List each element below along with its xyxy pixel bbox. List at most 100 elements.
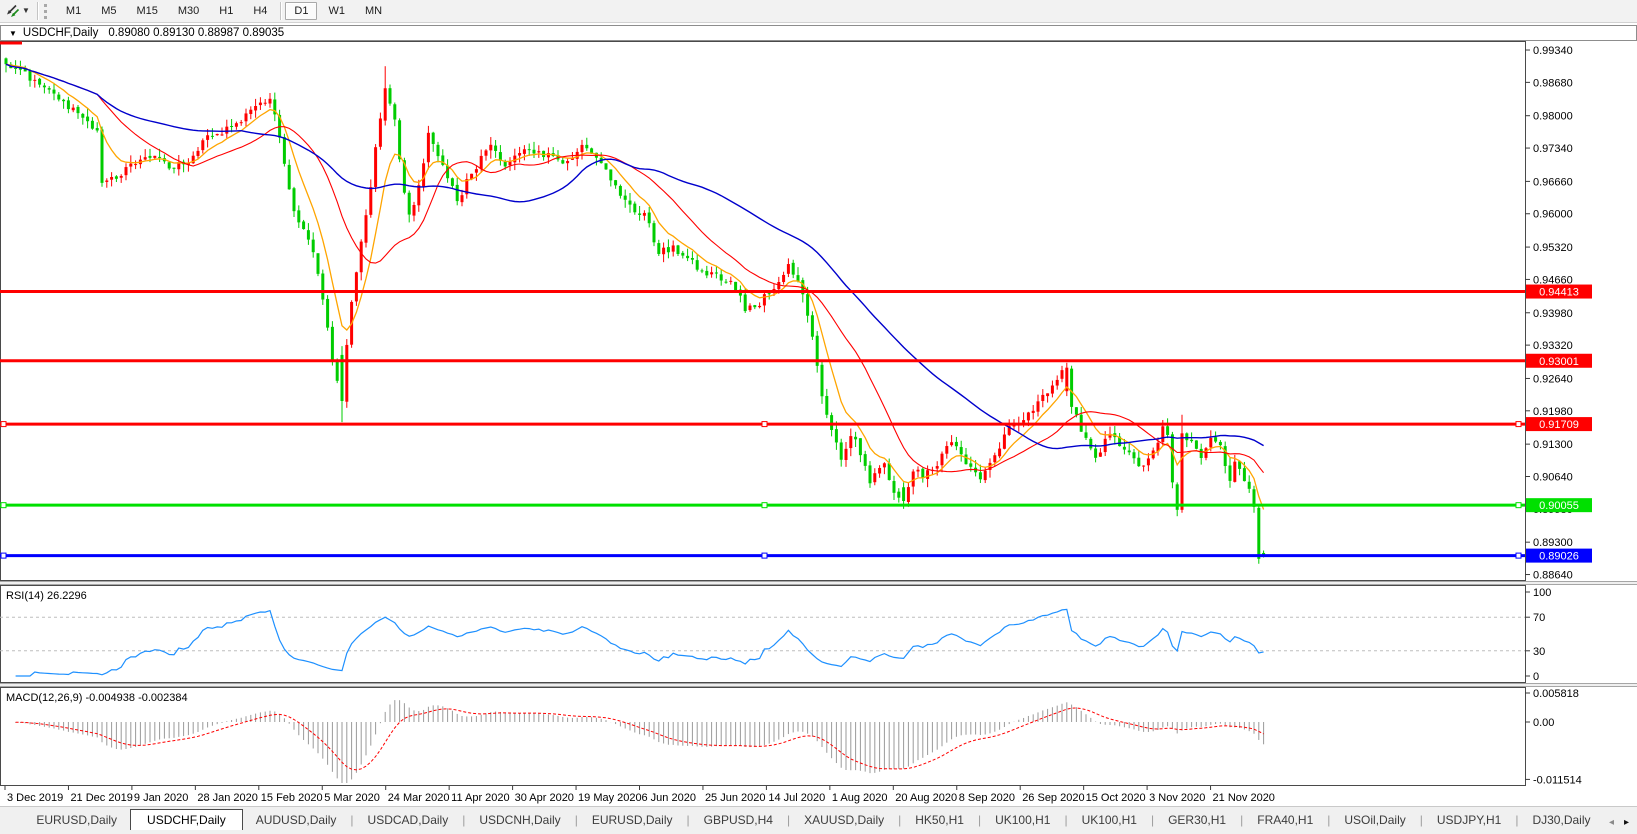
chart-tab-ger30-h1[interactable]: GER30,H1 [1155, 810, 1239, 831]
candle-body [72, 108, 75, 111]
rsi-indicator-plot[interactable]: 10070300RSI(14) 26.2296 [0, 585, 1637, 683]
tab-scroll-left-icon[interactable]: ◂ [1609, 817, 1614, 828]
date-tick-label: 15 Oct 2020 [1086, 792, 1146, 804]
chart-menu-icon[interactable]: ▼ [9, 29, 17, 38]
timeframe-button-m15[interactable]: M15 [127, 2, 166, 20]
candle-body [917, 470, 920, 472]
timeframe-button-m1[interactable]: M1 [57, 2, 90, 20]
candle-body [614, 180, 617, 185]
candle-body [672, 245, 675, 251]
timeframe-button-h1[interactable]: H1 [210, 2, 242, 20]
candle-body [1085, 432, 1088, 438]
chart-tab-audusd-daily[interactable]: AUDUSD,Daily [243, 810, 350, 831]
timeframe-button-d1[interactable]: D1 [285, 2, 317, 20]
hline-handle[interactable] [1516, 553, 1521, 558]
candle-body [941, 454, 944, 466]
tab-scroll-right-icon[interactable]: ▸ [1624, 817, 1629, 828]
timeframe-button-m5[interactable]: M5 [92, 2, 125, 20]
chart-tab-hk50-h1[interactable]: HK50,H1 [902, 810, 977, 831]
cursor-tool-button[interactable]: ▼ [0, 1, 34, 21]
chart-tab-fra40-h1[interactable]: FRA40,H1 [1244, 810, 1326, 831]
candle-body [374, 147, 377, 187]
candle-body [1166, 426, 1169, 435]
price-tick-label: 0.98680 [1533, 77, 1573, 89]
candle-body [936, 466, 939, 469]
rsi-tick-label: 0 [1533, 671, 1539, 683]
candle-body [864, 454, 867, 466]
chart-tab-usoil-daily[interactable]: USOil,Daily [1331, 810, 1418, 831]
price-chart-plot[interactable]: 0.993400.986800.980000.973400.966600.960… [0, 41, 1637, 581]
candle-body [854, 437, 857, 440]
hline-handle[interactable] [762, 553, 767, 558]
candle-body [206, 135, 209, 140]
candle-body [710, 272, 713, 274]
candle-body [753, 305, 756, 307]
candle-body [216, 134, 219, 135]
candle-body [561, 160, 564, 163]
hline-handle[interactable] [1, 422, 6, 427]
candle-body [609, 169, 612, 180]
toolbar-grip-handle[interactable] [44, 4, 50, 19]
candle-body [33, 80, 36, 81]
candle-body [1233, 462, 1236, 482]
chart-tab-uk100-h1[interactable]: UK100,H1 [982, 810, 1063, 831]
chart-tab-xauusd-daily[interactable]: XAUUSD,Daily [791, 810, 897, 831]
chart-tab-usdcnh-daily[interactable]: USDCNH,Daily [466, 810, 573, 831]
candle-body [321, 274, 324, 300]
chart-tab-eurusd-daily[interactable]: EURUSD,Daily [23, 810, 130, 831]
timeframe-button-h4[interactable]: H4 [244, 2, 276, 20]
rsi-tick-label: 30 [1533, 646, 1545, 658]
candle-body [969, 463, 972, 466]
macd-pane-label: MACD(12,26,9) -0.004938 -0.002384 [6, 692, 188, 704]
candle-body [638, 213, 641, 214]
candle-body [763, 294, 766, 305]
candle-body [240, 122, 243, 123]
candle-body [1089, 439, 1092, 449]
candle-body [43, 86, 46, 88]
hline-handle[interactable] [1516, 422, 1521, 427]
candle-body [830, 415, 833, 430]
date-tick-label: 19 May 2020 [578, 792, 642, 804]
candle-body [960, 447, 963, 454]
date-tick-label: 25 Jun 2020 [705, 792, 766, 804]
price-tick-label: 0.88640 [1533, 570, 1573, 581]
candle-body [734, 282, 737, 291]
candle-body [1181, 433, 1184, 509]
hline-handle[interactable] [1, 503, 6, 508]
candle-body [849, 436, 852, 448]
price-tick-label: 0.93980 [1533, 308, 1573, 320]
timeframe-button-w1[interactable]: W1 [319, 2, 354, 20]
candle-body [1147, 458, 1150, 465]
macd-tick-label: -0.011514 [1533, 774, 1582, 786]
chart-tab-usdcad-daily[interactable]: USDCAD,Daily [355, 810, 462, 831]
date-tick-label: 24 Mar 2020 [388, 792, 450, 804]
chart-tab-gbpusd-h4[interactable]: GBPUSD,H4 [691, 810, 786, 831]
candle-body [53, 90, 56, 94]
chart-tab-dj30-daily[interactable]: DJ30,Daily [1519, 810, 1603, 831]
candle-body [336, 362, 339, 381]
macd-indicator-plot[interactable]: 0.0058180.00-0.011514MACD(12,26,9) -0.00… [0, 687, 1637, 786]
chart-tab-usdchf-daily[interactable]: USDCHF,Daily [130, 809, 243, 831]
candle-body [413, 205, 416, 216]
hline-handle[interactable] [762, 422, 767, 427]
timeframe-button-mn[interactable]: MN [356, 2, 391, 20]
candle-body [1032, 411, 1035, 413]
candle-body [523, 149, 526, 154]
candle-body [254, 106, 257, 110]
price-tick-label: 0.93320 [1533, 340, 1573, 352]
chart-tab-uk100-h1[interactable]: UK100,H1 [1069, 810, 1150, 831]
candle-body [633, 204, 636, 213]
candle-body [749, 306, 752, 311]
candle-body [1099, 453, 1102, 457]
chart-tab-eurusd-daily[interactable]: EURUSD,Daily [579, 810, 686, 831]
chart-ohlc-values: 0.89080 0.89130 0.88987 0.89035 [108, 27, 284, 39]
hline-handle[interactable] [1516, 503, 1521, 508]
hline-handle[interactable] [762, 503, 767, 508]
chart-tab-usdjpy-h1[interactable]: USDJPY,H1 [1424, 810, 1514, 831]
timeframe-button-m30[interactable]: M30 [169, 2, 208, 20]
candle-body [725, 282, 728, 283]
candle-body [96, 128, 99, 130]
hline-handle[interactable] [1, 553, 6, 558]
rsi-tick-label: 100 [1533, 587, 1551, 599]
candle-body [1075, 407, 1078, 414]
